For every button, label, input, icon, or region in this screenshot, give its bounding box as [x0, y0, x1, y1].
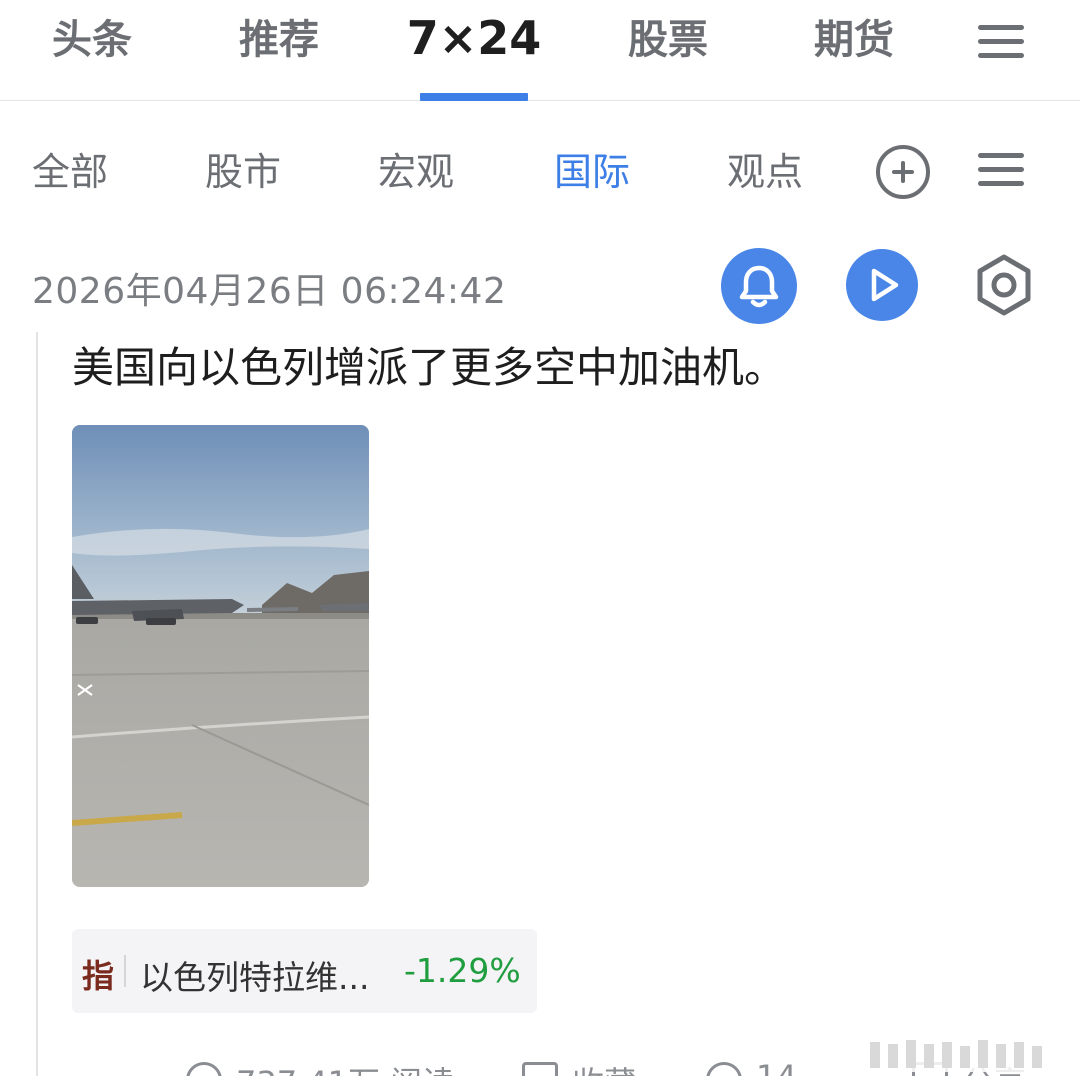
- play-audio-button[interactable]: [846, 249, 918, 321]
- tab-toutiao[interactable]: 头条: [40, 12, 144, 68]
- active-tab-indicator: [420, 93, 528, 101]
- category-macro[interactable]: 宏观: [378, 146, 454, 198]
- category-stock-market[interactable]: 股市: [205, 146, 281, 198]
- watermark-logo: [862, 1036, 1072, 1072]
- top-tab-bar: 头条 推荐 7×24 股票 期货: [0, 0, 1080, 101]
- tab-7x24[interactable]: 7×24: [404, 10, 544, 66]
- item-timestamp: 2026年04月26日 06:24:42: [32, 271, 507, 312]
- index-change: -1.29%: [404, 951, 521, 990]
- plus-circle-icon[interactable]: [876, 145, 930, 199]
- index-name: 以色列特拉维...: [140, 958, 370, 997]
- settings-button[interactable]: [972, 253, 1036, 317]
- tab-stocks[interactable]: 股票: [616, 12, 720, 68]
- tab-futures[interactable]: 期货: [802, 12, 906, 68]
- timeline-line: [36, 332, 38, 1076]
- bell-icon: [739, 265, 779, 308]
- star-icon: [522, 1062, 558, 1076]
- notification-button[interactable]: [721, 248, 797, 324]
- tab-recommend[interactable]: 推荐: [227, 12, 331, 68]
- read-count[interactable]: 737.41万 阅读: [236, 1058, 454, 1076]
- hexagon-settings-icon: [977, 254, 1031, 316]
- chip-divider: [124, 955, 126, 987]
- index-tag: 指: [82, 957, 115, 995]
- eye-icon: [186, 1062, 222, 1076]
- news-headline[interactable]: 美国向以色列增派了更多空中加油机。: [72, 340, 786, 396]
- news-video-thumbnail[interactable]: [72, 425, 369, 887]
- category-international[interactable]: 国际: [554, 146, 630, 198]
- favorite-button[interactable]: 收藏: [572, 1058, 636, 1076]
- category-menu-icon[interactable]: [978, 153, 1024, 195]
- comment-count[interactable]: 14: [756, 1058, 797, 1076]
- category-all[interactable]: 全部: [32, 146, 108, 198]
- category-opinion[interactable]: 观点: [727, 146, 803, 198]
- play-icon: [871, 268, 899, 302]
- airfield-photo: [72, 425, 369, 887]
- top-menu-icon[interactable]: [978, 25, 1024, 67]
- related-index-chip[interactable]: 指 以色列特拉维... -1.29%: [72, 929, 537, 1013]
- comment-icon: [706, 1062, 742, 1076]
